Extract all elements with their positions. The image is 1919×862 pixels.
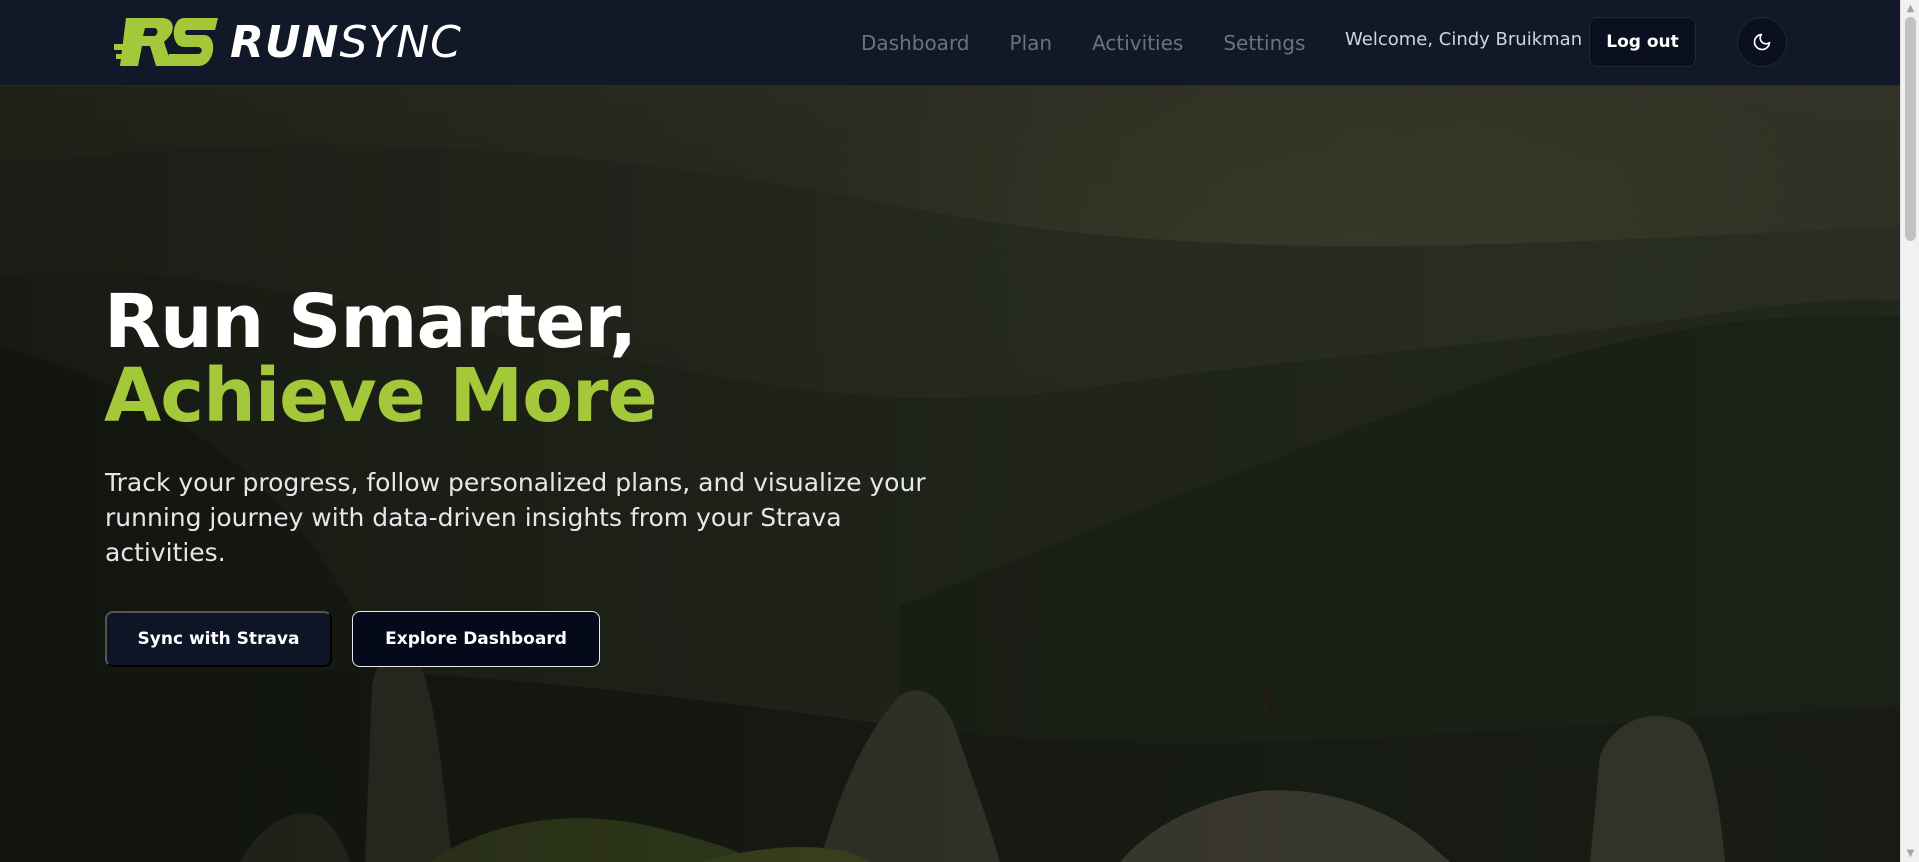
main-nav: Dashboard Plan Activities Settings xyxy=(861,0,1305,86)
theme-toggle-button[interactable] xyxy=(1737,17,1787,67)
hero-headline: Run Smarter, Achieve More xyxy=(104,279,658,439)
welcome-message: Welcome, Cindy Bruikman xyxy=(1345,29,1583,50)
explore-dashboard-button[interactable]: Explore Dashboard xyxy=(352,611,600,667)
hero-headline-line1: Run Smarter, xyxy=(104,279,637,365)
brand-wordmark-sync: SYNC xyxy=(339,16,462,68)
scroll-down-arrow-icon[interactable]: ▼ xyxy=(1901,845,1919,862)
brand-wordmark-run: RUN xyxy=(230,16,340,68)
top-navbar: RUNSYNC Dashboard Plan Activities Settin… xyxy=(0,0,1900,86)
scrollbar-thumb[interactable] xyxy=(1905,17,1916,241)
brand-wordmark: RUNSYNC xyxy=(230,17,462,68)
hero-headline-line2: Achieve More xyxy=(104,353,658,439)
logout-button[interactable]: Log out xyxy=(1589,17,1696,67)
nav-item-plan[interactable]: Plan xyxy=(1010,31,1053,55)
moon-icon xyxy=(1753,33,1771,51)
sync-strava-button[interactable]: Sync with Strava xyxy=(105,611,332,667)
brand-logo[interactable]: RUNSYNC xyxy=(114,14,462,70)
nav-item-activities[interactable]: Activities xyxy=(1092,31,1183,55)
rs-logo-icon xyxy=(114,18,218,66)
nav-item-settings[interactable]: Settings xyxy=(1223,31,1305,55)
hero-subtitle: Track your progress, follow personalized… xyxy=(105,468,926,567)
page: RUNSYNC Dashboard Plan Activities Settin… xyxy=(0,0,1919,862)
hero-section: Run Smarter, Achieve More Track your pro… xyxy=(0,86,1900,862)
scroll-up-arrow-icon[interactable]: ▲ xyxy=(1901,0,1919,17)
nav-item-dashboard[interactable]: Dashboard xyxy=(861,31,970,55)
page-scrollbar[interactable]: ▲ ▼ xyxy=(1900,0,1919,862)
